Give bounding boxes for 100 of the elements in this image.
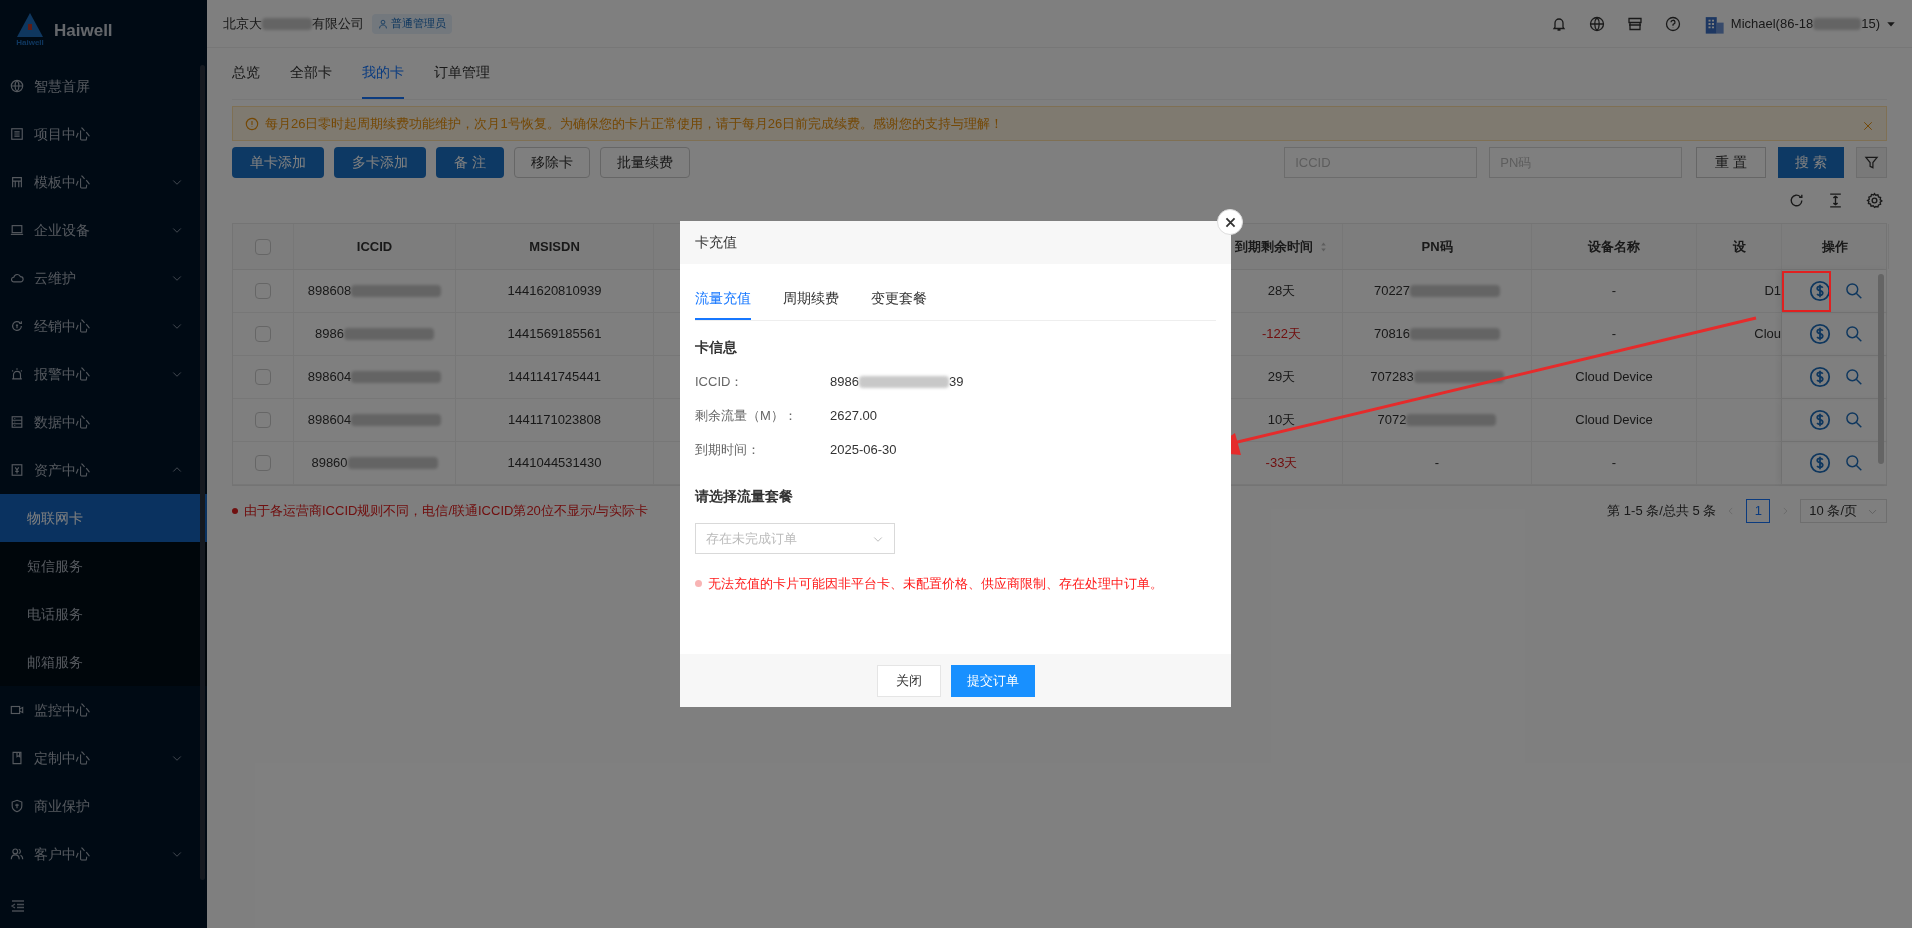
table-cell-text: - (1611, 282, 1617, 301)
dialog-title: 卡充值 (695, 233, 737, 252)
table-cell-text: 1441044531430 (507, 454, 602, 473)
redacted-blur (1813, 17, 1862, 30)
dollar-icon[interactable] (1808, 323, 1831, 345)
table-cell-text: - (1611, 454, 1617, 473)
primary-button[interactable]: 单卡添加 (232, 146, 324, 178)
page-button[interactable]: 1 (1746, 499, 1771, 523)
role-badge: 普通管理员 (372, 13, 452, 34)
search-icon[interactable] (1844, 454, 1863, 472)
field-value: 2025-06-30 (830, 441, 897, 460)
refresh-icon (10, 319, 24, 333)
table-cell-text: D1 (1764, 282, 1781, 301)
table-cell: 898608 (307, 281, 442, 301)
bell-icon[interactable] (1550, 15, 1567, 32)
checkbox[interactable] (255, 369, 271, 385)
tab[interactable]: 我的卡 (362, 48, 404, 99)
globe-icon[interactable] (1588, 15, 1605, 32)
close-icon[interactable] (1862, 119, 1874, 132)
checkbox[interactable] (255, 412, 271, 428)
tab[interactable]: 总览 (232, 48, 260, 99)
dollar-icon[interactable] (1808, 409, 1831, 431)
list-icon (10, 127, 24, 141)
template-icon (10, 175, 24, 189)
brand-name: Haiwell (54, 20, 113, 43)
info-icon (245, 116, 259, 131)
field-label: 到期时间： (695, 441, 761, 460)
table-cell-text: 1441569185561 (507, 325, 602, 344)
table-cell-text: 28天 (1267, 282, 1296, 301)
collapse-menu-icon (10, 898, 26, 914)
search-icon[interactable] (1844, 368, 1863, 386)
triangle-logo-icon (16, 12, 44, 38)
primary-button[interactable]: 备 注 (436, 146, 504, 178)
column-header: 操作 (1822, 237, 1848, 256)
user-menu[interactable]: Michael(86-18 15) (1702, 11, 1896, 36)
search-icon[interactable] (1844, 325, 1863, 343)
page-size-select[interactable]: 10 条/页 (1800, 499, 1887, 523)
close-icon (1223, 215, 1237, 229)
checkbox[interactable] (255, 326, 271, 342)
table-cell-text: 1441171023808 (508, 411, 601, 430)
users-icon (10, 847, 24, 861)
tab[interactable]: 变更套餐 (871, 280, 927, 320)
table-cell-text: -122天 (1262, 325, 1301, 344)
refresh-icon[interactable] (1788, 192, 1805, 209)
footnote: 由于各运营商ICCID规则不同，电信/联通ICCID第20位不显示/与实际卡 (232, 501, 649, 521)
table-cell: 8986 (315, 324, 434, 344)
package-select[interactable]: 存在未完成订单 (695, 523, 895, 554)
store-icon[interactable] (1626, 15, 1643, 32)
cloud-icon (10, 271, 24, 285)
dollar-icon[interactable] (1808, 452, 1831, 474)
secondary-button[interactable]: 移除卡 (513, 146, 590, 178)
table-cell-text: 1441620810939 (507, 282, 602, 301)
search-button[interactable]: 搜 索 (1778, 146, 1844, 178)
help-icon[interactable] (1664, 15, 1681, 32)
column-header: PN码 (1421, 237, 1453, 256)
field-label: ICCID： (695, 373, 745, 392)
reset-button[interactable]: 重 置 (1696, 146, 1767, 178)
tab[interactable]: 周期续费 (783, 280, 839, 320)
filter-button[interactable] (1856, 146, 1887, 178)
table-cell: 898604 (307, 367, 442, 387)
table-cell: 7072 (1377, 410, 1497, 430)
tab[interactable]: 订单管理 (434, 48, 490, 99)
table-cell: 89860 (311, 453, 438, 473)
cancel-button[interactable]: 关闭 (876, 664, 941, 697)
camera-icon (10, 703, 24, 717)
person-icon (378, 18, 388, 29)
redacted-blur (262, 17, 312, 30)
document-icon (10, 751, 24, 765)
tab[interactable]: 全部卡 (290, 48, 332, 99)
settings-icon[interactable] (1866, 192, 1883, 209)
submit-button[interactable]: 提交订单 (950, 664, 1035, 697)
checkbox[interactable] (255, 455, 271, 471)
column-height-icon[interactable] (1827, 192, 1844, 209)
asset-icon (10, 463, 24, 477)
search-icon[interactable] (1844, 282, 1863, 300)
laptop-icon (10, 223, 24, 237)
primary-button[interactable]: 多卡添加 (334, 146, 426, 178)
table-cell-text: 29天 (1267, 368, 1296, 387)
pagination-summary: 第 1-5 条/总共 5 条 (1607, 502, 1717, 521)
submenu-item[interactable]: 物联网卡 (0, 494, 207, 542)
search-icon[interactable] (1844, 411, 1863, 429)
table-cell-text: -33天 (1265, 454, 1298, 473)
secondary-button[interactable]: 批量续费 (599, 146, 690, 178)
field-label: 剩余流量（M）： (695, 407, 798, 426)
funnel-icon (1864, 154, 1879, 170)
field-value: 2627.00 (830, 407, 877, 426)
dollar-icon[interactable] (1808, 280, 1831, 302)
logo-text: Haiwell (16, 38, 44, 48)
tab[interactable]: 流量充值 (695, 280, 751, 320)
table-cell: 70227 (1373, 281, 1501, 301)
warning-text: 无法充值的卡片可能因非平台卡、未配置价格、供应商限制、存在处理中订单。 (695, 574, 1216, 594)
checkbox[interactable] (255, 283, 271, 299)
checkbox[interactable] (255, 238, 271, 255)
table-cell: 70816 (1373, 324, 1501, 344)
database-icon (10, 415, 24, 429)
table-cell-text: - (1434, 454, 1440, 473)
column-header: MSISDN (529, 237, 580, 256)
notice-text: 每月26日零时起周期续费功能维护，次月1号恢复。为确保您的卡片正常使用，请于每月26日前完成续费。感谢您的支持与理解！ (265, 114, 1004, 133)
dollar-icon[interactable] (1808, 366, 1831, 388)
table-cell-text: Cloud Device (1575, 411, 1653, 430)
